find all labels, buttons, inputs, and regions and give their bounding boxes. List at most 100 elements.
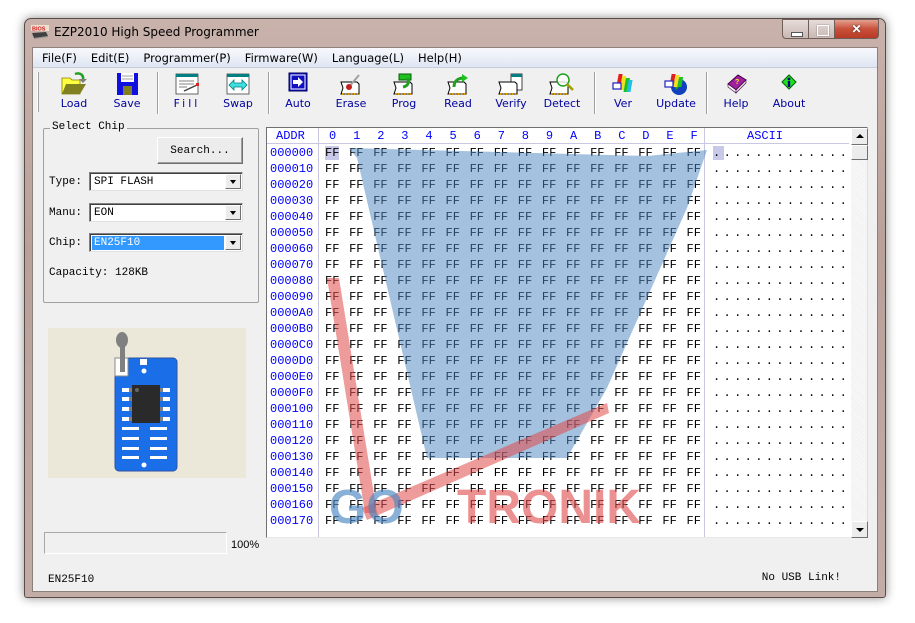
hex-byte[interactable]: FF [446, 354, 460, 368]
hex-byte[interactable]: FF [470, 514, 484, 528]
hex-byte[interactable]: FF [638, 386, 652, 400]
hex-byte[interactable]: FF [325, 162, 339, 176]
hex-byte[interactable]: FF [494, 290, 508, 304]
hex-byte[interactable]: FF [638, 258, 652, 272]
hex-byte[interactable]: FF [518, 322, 532, 336]
hex-byte[interactable]: FF [349, 178, 363, 192]
hex-byte[interactable]: FF [421, 482, 435, 496]
hex-byte[interactable]: FF [687, 418, 701, 432]
hex-byte[interactable]: FF [638, 290, 652, 304]
hex-byte[interactable]: FF [566, 482, 580, 496]
search-button[interactable]: Search... [157, 137, 243, 164]
hex-byte[interactable]: FF [421, 434, 435, 448]
hex-byte[interactable]: FF [614, 418, 628, 432]
hex-byte[interactable]: FF [325, 482, 339, 496]
ascii-text[interactable]: ................ [713, 178, 851, 192]
hex-byte[interactable]: FF [325, 498, 339, 512]
hex-byte[interactable]: FF [446, 434, 460, 448]
hex-byte[interactable]: FF [397, 354, 411, 368]
hex-byte[interactable]: FF [397, 450, 411, 464]
hex-byte[interactable]: FF [325, 274, 339, 288]
ascii-text[interactable]: ................ [713, 194, 851, 208]
hex-byte[interactable]: FF [662, 226, 676, 240]
hex-byte[interactable]: FF [349, 162, 363, 176]
hex-byte[interactable]: FF [446, 418, 460, 432]
hex-byte[interactable]: FF [590, 162, 604, 176]
hex-byte[interactable]: FF [494, 466, 508, 480]
hex-byte[interactable]: FF [566, 210, 580, 224]
hex-byte[interactable]: FF [518, 386, 532, 400]
ascii-text[interactable]: ................ [713, 514, 851, 528]
hex-byte[interactable]: FF [590, 450, 604, 464]
hex-byte[interactable]: FF [397, 338, 411, 352]
hex-byte[interactable]: FF [494, 162, 508, 176]
hex-byte[interactable]: FF [470, 466, 484, 480]
hex-byte[interactable]: FF [542, 434, 556, 448]
ascii-text[interactable]: ................ [713, 162, 851, 176]
hex-byte[interactable]: FF [687, 194, 701, 208]
hex-byte[interactable]: FF [470, 354, 484, 368]
hex-byte[interactable]: FF [590, 370, 604, 384]
hex-byte[interactable]: FF [566, 226, 580, 240]
hex-byte[interactable]: FF [470, 210, 484, 224]
hex-byte[interactable]: FF [590, 418, 604, 432]
hex-byte[interactable]: FF [470, 322, 484, 336]
hex-byte[interactable]: FF [614, 226, 628, 240]
hex-byte[interactable]: FF [470, 370, 484, 384]
hex-byte[interactable]: FF [421, 338, 435, 352]
hex-byte[interactable]: FF [325, 194, 339, 208]
hex-byte[interactable]: FF [518, 146, 532, 160]
hex-byte[interactable]: FF [446, 178, 460, 192]
hex-byte[interactable]: FF [687, 370, 701, 384]
hex-byte[interactable]: FF [373, 146, 387, 160]
hex-byte[interactable]: FF [687, 146, 701, 160]
ascii-text[interactable]: ................ [713, 226, 851, 240]
hex-byte[interactable]: FF [325, 258, 339, 272]
hex-byte[interactable]: FF [590, 178, 604, 192]
hex-byte[interactable]: FF [494, 514, 508, 528]
hex-byte[interactable]: FF [421, 354, 435, 368]
hex-byte[interactable]: FF [421, 146, 435, 160]
hex-byte[interactable]: FF [494, 386, 508, 400]
hex-byte[interactable]: FF [373, 226, 387, 240]
hex-byte[interactable]: FF [614, 338, 628, 352]
hex-byte[interactable]: FF [373, 450, 387, 464]
hex-byte[interactable]: FF [397, 498, 411, 512]
hex-byte[interactable]: FF [566, 306, 580, 320]
hex-byte[interactable]: FF [566, 162, 580, 176]
ascii-text[interactable]: ................ [713, 466, 851, 480]
hex-byte[interactable]: FF [687, 290, 701, 304]
hex-byte[interactable]: FF [325, 226, 339, 240]
hex-byte[interactable]: FF [566, 146, 580, 160]
hex-byte[interactable]: FF [614, 466, 628, 480]
hex-byte[interactable]: FF [638, 434, 652, 448]
hex-byte[interactable]: FF [614, 354, 628, 368]
erase-button[interactable]: Erase [324, 72, 378, 114]
hex-byte[interactable]: FF [373, 514, 387, 528]
hex-byte[interactable]: FF [638, 210, 652, 224]
hex-byte[interactable]: FF [494, 450, 508, 464]
hex-byte[interactable]: FF [421, 450, 435, 464]
hex-byte[interactable]: FF [542, 354, 556, 368]
hex-byte[interactable]: FF [325, 370, 339, 384]
hex-byte[interactable]: FF [590, 226, 604, 240]
hex-byte[interactable]: FF [566, 402, 580, 416]
hex-byte[interactable]: FF [542, 274, 556, 288]
hex-byte[interactable]: FF [662, 498, 676, 512]
verify-button[interactable]: Verify [484, 72, 538, 114]
hex-byte[interactable]: FF [662, 354, 676, 368]
hex-byte[interactable]: FF [446, 274, 460, 288]
hex-byte[interactable]: FF [662, 514, 676, 528]
hex-byte[interactable]: FF [373, 178, 387, 192]
hex-byte[interactable]: FF [638, 498, 652, 512]
hex-byte[interactable]: FF [325, 386, 339, 400]
hex-byte[interactable]: FF [638, 418, 652, 432]
hex-byte[interactable]: FF [446, 162, 460, 176]
hex-byte[interactable]: FF [446, 322, 460, 336]
hex-byte[interactable]: FF [518, 178, 532, 192]
hex-byte[interactable]: FF [470, 482, 484, 496]
hex-byte[interactable]: FF [494, 402, 508, 416]
hex-byte[interactable]: FF [494, 482, 508, 496]
hex-byte[interactable]: FF [373, 498, 387, 512]
hex-byte[interactable]: FF [349, 354, 363, 368]
